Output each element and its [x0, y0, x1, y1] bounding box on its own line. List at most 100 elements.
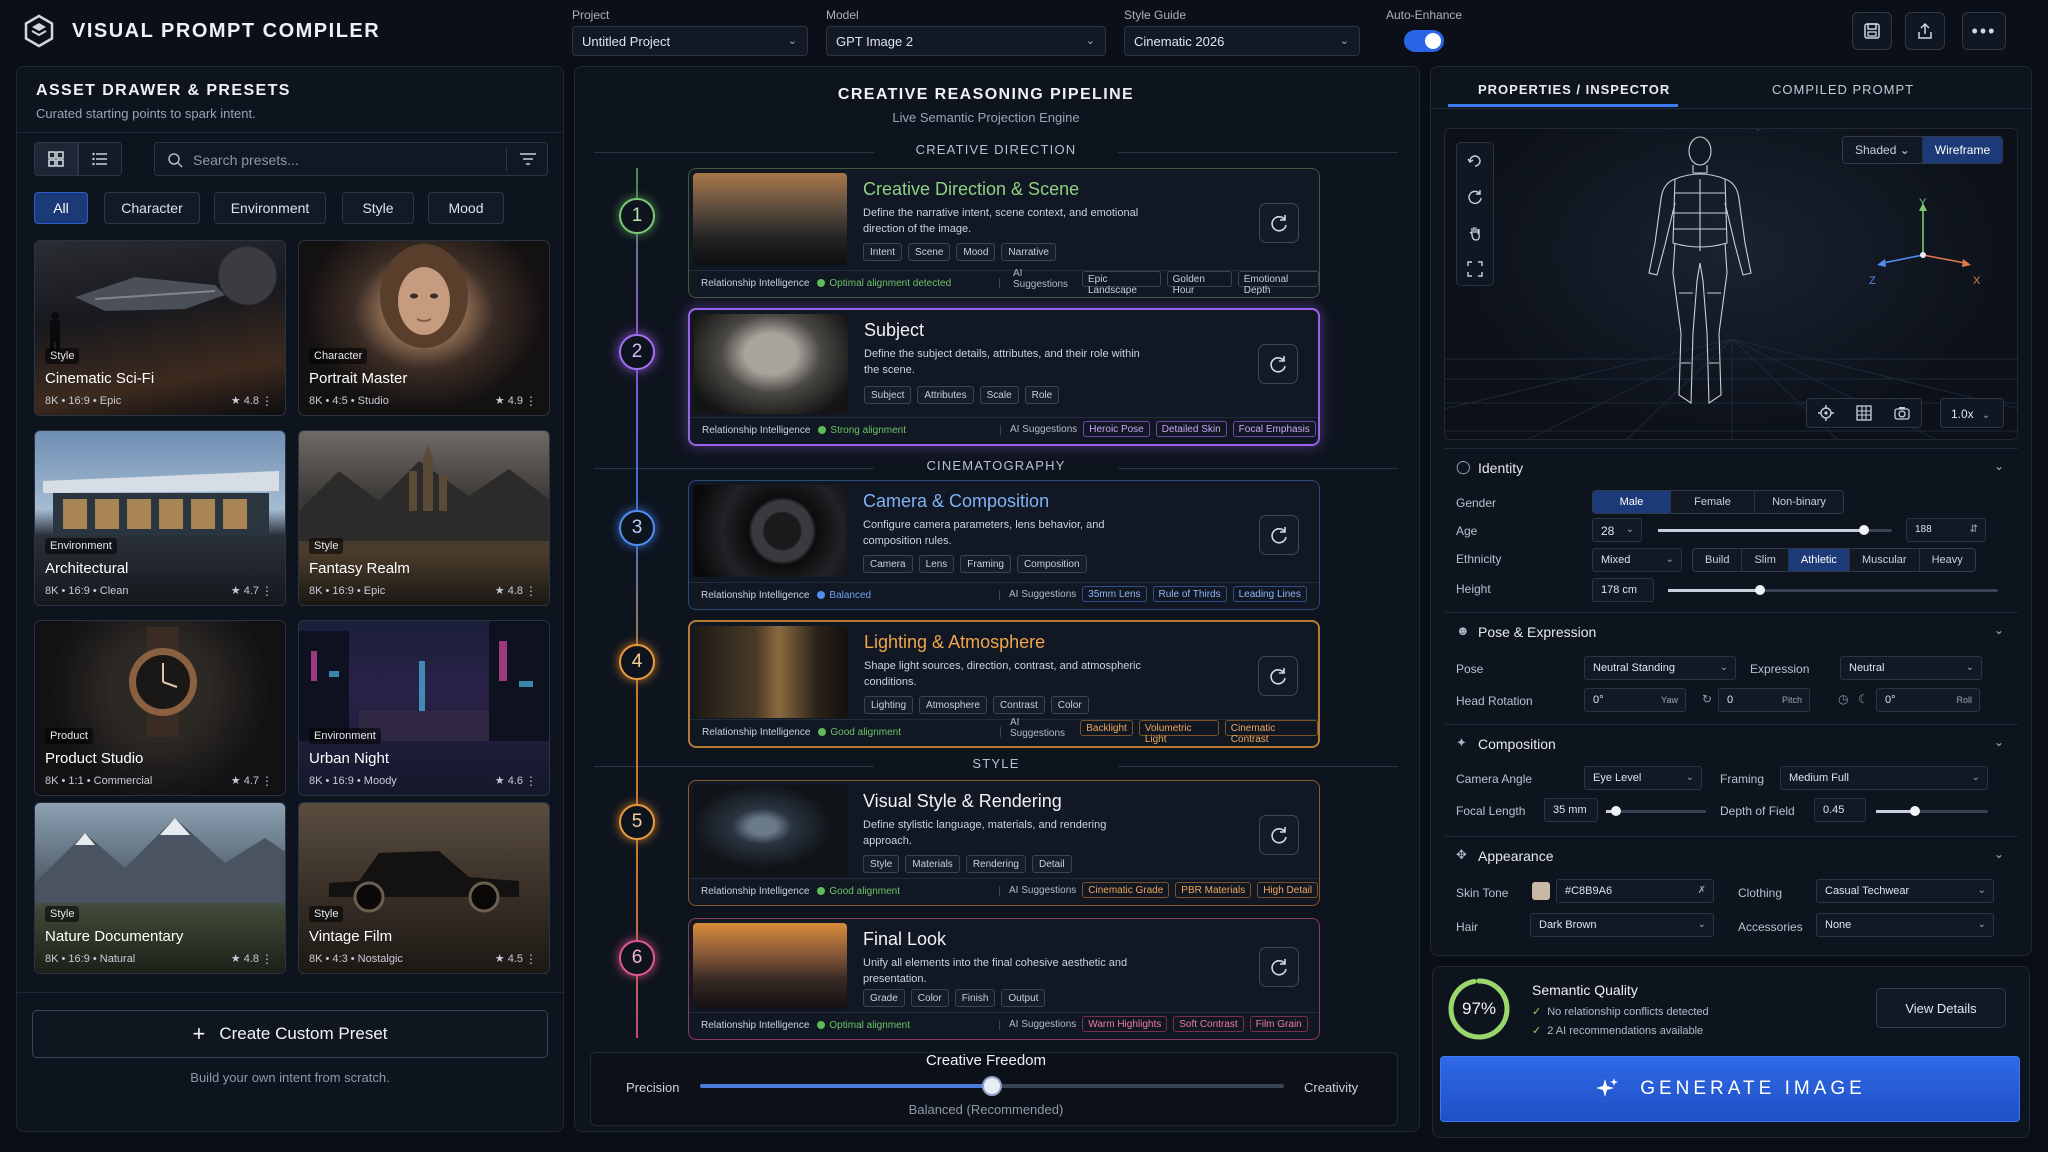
filter-icon[interactable]	[519, 152, 537, 166]
pose-select[interactable]: Neutral Standing ⌄	[1584, 656, 1736, 680]
filter-chip-style[interactable]: Style	[342, 192, 414, 224]
more-vertical-icon[interactable]: ⋮	[525, 774, 537, 788]
build-heavy-button[interactable]: Heavy	[1919, 549, 1975, 571]
step-tag[interactable]: Materials	[905, 855, 960, 873]
step-tag[interactable]: Grade	[863, 989, 905, 1007]
filter-chip-environment[interactable]: Environment	[214, 192, 326, 224]
step-tag[interactable]: Role	[1024, 386, 1060, 404]
more-vertical-icon[interactable]: ⋮	[525, 952, 537, 966]
tab-properties[interactable]: PROPERTIES / INSPECTOR	[1478, 82, 1670, 97]
gender-nonbinary-button[interactable]: Non-binary	[1755, 491, 1843, 513]
ai-suggestion-chip[interactable]: Focal Emphasis	[1232, 421, 1316, 437]
preset-search[interactable]: Search presets...	[154, 142, 548, 176]
step-tag[interactable]: Intent	[863, 243, 903, 261]
build-slim-button[interactable]: Slim	[1742, 549, 1789, 571]
step-tag[interactable]: Style	[863, 855, 900, 873]
search-input[interactable]: Search presets...	[193, 152, 299, 168]
step-tag[interactable]: Scale	[979, 386, 1019, 404]
ai-suggestion-chip[interactable]: Detailed Skin	[1155, 421, 1227, 437]
share-button[interactable]	[1905, 12, 1945, 50]
skin-tone-input[interactable]: #C8B9A6 ✗	[1556, 879, 1714, 903]
ai-suggestion-chip[interactable]: Leading Lines	[1232, 586, 1307, 602]
filter-chip-all[interactable]: All	[34, 192, 88, 224]
preset-card[interactable]: Character Portrait Master 8K • 4:5 • Stu…	[298, 240, 550, 416]
focal-length-slider[interactable]	[1606, 806, 1706, 816]
step-card-lighting[interactable]: Lighting & Atmosphere Shape light source…	[688, 620, 1320, 748]
more-vertical-icon[interactable]: ⋮	[261, 952, 273, 966]
more-vertical-icon[interactable]: ⋮	[525, 394, 537, 408]
view-details-button[interactable]: View Details	[1876, 988, 2006, 1028]
step-tag[interactable]: Atmosphere	[919, 696, 987, 714]
yaw-input[interactable]: 0° Yaw	[1584, 688, 1686, 712]
step-card-final-look[interactable]: Final Look Unify all elements into the f…	[688, 918, 1320, 1040]
auto-enhance-toggle[interactable]	[1404, 30, 1444, 52]
step-tag[interactable]: Detail	[1031, 855, 1072, 873]
composition-section-header[interactable]: ✦ Composition ⌄	[1444, 724, 2018, 760]
ai-suggestion-chip[interactable]: Film Grain	[1249, 1016, 1308, 1032]
project-select[interactable]: Untitled Project ⌄	[572, 26, 808, 56]
style-guide-select[interactable]: Cinematic 2026 ⌄	[1124, 26, 1360, 56]
regenerate-button[interactable]	[1258, 344, 1298, 384]
regenerate-button[interactable]	[1259, 203, 1299, 243]
age-max-input[interactable]: 188 ⇵	[1906, 518, 1986, 542]
gender-female-button[interactable]: Female	[1671, 491, 1755, 513]
preset-card[interactable]: Style Nature Documentary 8K • 16:9 • Nat…	[34, 802, 286, 974]
more-vertical-icon[interactable]: ⋮	[261, 584, 273, 598]
pose-section-header[interactable]: ☻ Pose & Expression ⌄	[1444, 612, 2018, 648]
more-vertical-icon[interactable]: ⋮	[261, 394, 273, 408]
clothing-select[interactable]: Casual Techwear ⌄	[1816, 879, 1994, 903]
ai-suggestion-chip[interactable]: Backlight	[1080, 720, 1133, 736]
build-muscular-button[interactable]: Muscular	[1849, 549, 1920, 571]
preset-card[interactable]: Product Product Studio 8K • 1:1 • Commer…	[34, 620, 286, 796]
ai-suggestion-chip[interactable]: Soft Contrast	[1173, 1016, 1244, 1032]
viewport-3d[interactable]: Y Z X	[1444, 128, 2019, 441]
list-view-button[interactable]	[78, 142, 122, 176]
step-tag[interactable]: Color	[910, 989, 949, 1007]
skin-tone-swatch[interactable]	[1532, 882, 1550, 900]
ai-suggestion-chip[interactable]: Volumetric Light	[1138, 720, 1219, 745]
more-vertical-icon[interactable]: ⋮	[261, 774, 273, 788]
preset-card[interactable]: Environment Architectural 8K • 16:9 • Cl…	[34, 430, 286, 606]
ai-suggestion-chip[interactable]: Cinematic Contrast	[1224, 720, 1318, 745]
grid-icon[interactable]	[1856, 405, 1872, 421]
regenerate-button[interactable]	[1259, 515, 1299, 555]
ai-suggestion-chip[interactable]: Rule of Thirds	[1152, 586, 1227, 602]
step-card-camera[interactable]: Camera & Composition Configure camera pa…	[688, 480, 1320, 610]
ai-suggestion-chip[interactable]: 35mm Lens	[1082, 586, 1147, 602]
step-tag[interactable]: Color	[1050, 696, 1089, 714]
preset-card[interactable]: Style Vintage Film 8K • 4:3 • Nostalgic …	[298, 802, 550, 974]
step-card-visual-style[interactable]: Visual Style & Rendering Define stylisti…	[688, 780, 1320, 906]
hair-select[interactable]: Dark Brown ⌄	[1530, 913, 1714, 937]
step-card-creative-direction[interactable]: Creative Direction & Scene Define the na…	[688, 168, 1320, 298]
model-select[interactable]: GPT Image 2 ⌄	[826, 26, 1106, 56]
step-tag[interactable]: Scene	[908, 243, 951, 261]
step-tag[interactable]: Lens	[918, 555, 955, 573]
rotate-tool[interactable]	[1457, 143, 1493, 179]
build-athletic-button[interactable]: Athletic	[1788, 549, 1850, 571]
focal-length-input[interactable]: 35 mm	[1544, 798, 1598, 822]
step-tag[interactable]: Contrast	[992, 696, 1045, 714]
age-input[interactable]: 28 ⌄	[1592, 518, 1642, 542]
step-tag[interactable]: Finish	[954, 989, 996, 1007]
step-tag[interactable]: Camera	[863, 555, 913, 573]
height-slider[interactable]	[1668, 585, 1998, 595]
step-tag[interactable]: Output	[1001, 989, 1046, 1007]
expression-select[interactable]: Neutral ⌄	[1840, 656, 1982, 680]
creative-freedom-slider[interactable]	[700, 1076, 1284, 1096]
shaded-mode-button[interactable]: Shaded ⌄	[1843, 137, 1923, 163]
ai-suggestion-chip[interactable]: Epic Landscape	[1082, 271, 1161, 296]
generate-image-button[interactable]: GENERATE IMAGE	[1440, 1056, 2020, 1122]
wireframe-mode-button[interactable]: Wireframe	[1922, 137, 2003, 163]
ai-suggestion-chip[interactable]: Golden Hour	[1166, 271, 1232, 296]
orbit-tool[interactable]	[1457, 179, 1493, 215]
camera-angle-select[interactable]: Eye Level ⌄	[1584, 766, 1702, 790]
zoom-select[interactable]: 1.0x ⌄	[1940, 398, 2004, 428]
render-mode-toggle[interactable]: Shaded ⌄ Wireframe	[1842, 136, 2004, 164]
regenerate-button[interactable]	[1259, 947, 1299, 987]
gender-male-button[interactable]: Male	[1593, 491, 1671, 513]
preset-card[interactable]: Style Fantasy Realm 8K • 16:9 • Epic ★ 4…	[298, 430, 550, 606]
regenerate-button[interactable]	[1259, 815, 1299, 855]
preset-card[interactable]: Environment Urban Night 8K • 16:9 • Mood…	[298, 620, 550, 796]
filter-chip-character[interactable]: Character	[104, 192, 200, 224]
framing-select[interactable]: Medium Full ⌄	[1780, 766, 1988, 790]
